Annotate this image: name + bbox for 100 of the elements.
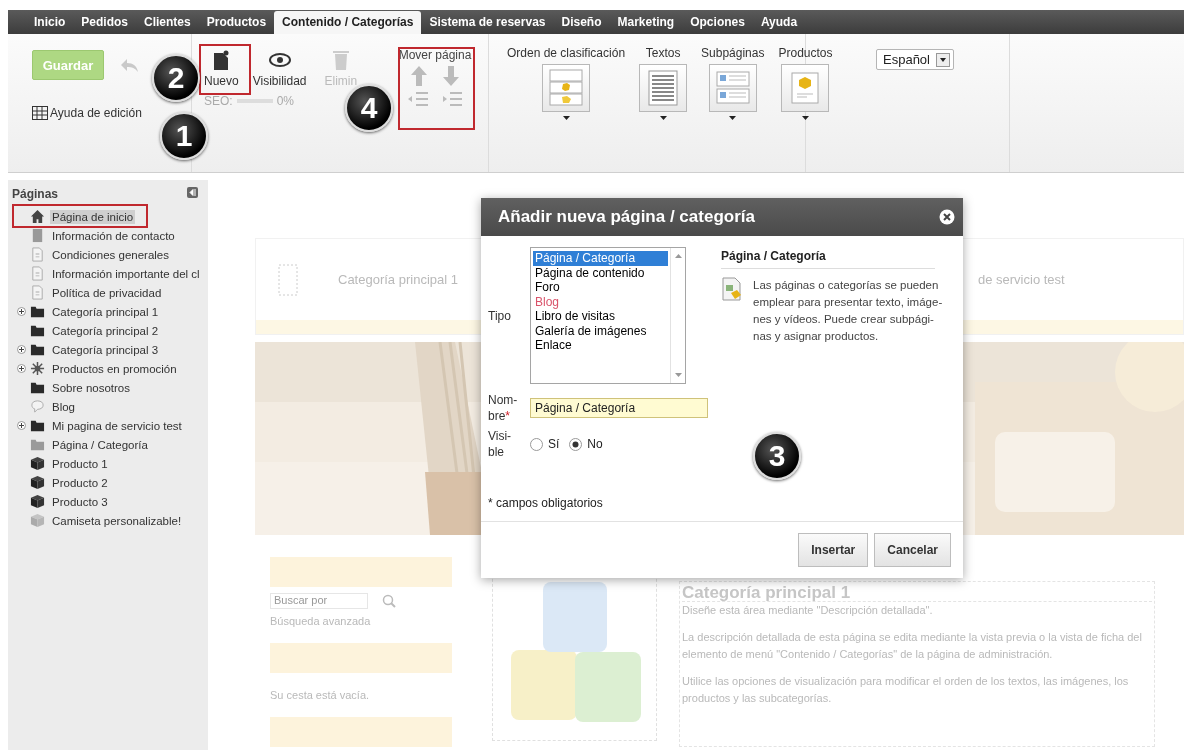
radio-label: Sí	[548, 437, 560, 451]
menu-tab[interactable]: Diseño	[553, 11, 610, 34]
radio-button[interactable]	[530, 437, 543, 451]
sort-order-icon	[548, 69, 585, 107]
menu-tab[interactable]: Productos	[198, 11, 275, 34]
caret-icon	[659, 116, 667, 120]
language-select[interactable]: Español	[876, 49, 954, 70]
tree-item[interactable]: Producto 1	[50, 456, 110, 471]
tree-item[interactable]: Información importante del cl	[50, 266, 202, 281]
name-label: Nom- bre*	[488, 392, 519, 424]
tree-item[interactable]: Blog	[50, 399, 78, 414]
page-icon	[30, 228, 45, 243]
insert-button[interactable]: Insertar	[798, 533, 869, 567]
tree-item[interactable]: Página de inicio	[50, 209, 136, 224]
list-option[interactable]: Enlace	[533, 338, 668, 353]
new-button[interactable]: Nuevo	[204, 50, 239, 88]
search-icon[interactable]	[382, 594, 396, 608]
dialog-title: Añadir nueva página / categoría	[498, 207, 755, 227]
house-icon	[30, 209, 45, 224]
paragraph: La descripción detallada de esta página se edita mediante la vista previa o la vista de ficha del elemento de menú "Contenido / Categorías" de la página de administración.	[682, 630, 1143, 662]
folder-icon	[30, 304, 45, 319]
help-link[interactable]: Ayuda de edición	[50, 106, 142, 120]
type-label: Tipo	[488, 307, 512, 324]
cart-text: Su cesta está vacía.	[270, 689, 371, 701]
tree-item[interactable]: Política de privacidad	[50, 285, 164, 300]
caret-icon	[729, 116, 737, 120]
list-option[interactable]: Foro	[533, 280, 668, 295]
menu-tab[interactable]: Pedidos	[73, 11, 137, 34]
grid-icon	[32, 106, 48, 120]
caret-icon	[801, 116, 809, 120]
speech-bubble-icon	[30, 399, 45, 414]
menu-tab[interactable]: Marketing	[609, 11, 683, 34]
outdent-icon[interactable]	[408, 90, 428, 108]
menu-tab[interactable]: Sistema de reservas	[421, 11, 554, 34]
menu-tab[interactable]: Inicio	[26, 11, 74, 34]
move-page-label: Mover página	[398, 48, 472, 62]
scroll-up-icon[interactable]	[674, 254, 682, 258]
eye-icon	[268, 50, 291, 70]
trash-icon	[331, 48, 350, 70]
tree-item[interactable]: Categoría principal 2	[50, 323, 161, 338]
list-option[interactable]: Página de contenido	[533, 265, 668, 280]
document-icon	[30, 247, 45, 262]
tree-item[interactable]: Categoría principal 3	[50, 342, 161, 357]
expand-icon[interactable]	[16, 364, 26, 373]
tree-item[interactable]: Productos en promoción	[50, 361, 179, 376]
cancel-button[interactable]: Cancelar	[874, 533, 951, 567]
tree-item[interactable]: Sobre nosotros	[50, 380, 132, 395]
list-option[interactable]: Galería de imágenes	[533, 323, 668, 338]
info-title: Página / Categoría	[721, 247, 935, 269]
tree-item[interactable]: Mi pagina de servicio test	[50, 418, 184, 433]
tree-item[interactable]: Producto 2	[50, 475, 110, 490]
folder-icon	[30, 380, 45, 395]
list-option[interactable]: Página / Categoría	[533, 251, 668, 266]
tree-item[interactable]: Categoría principal 1	[50, 304, 161, 319]
cube-icon	[30, 475, 45, 490]
menu-tab[interactable]: Clientes	[136, 11, 199, 34]
scroll-down-icon[interactable]	[674, 373, 682, 377]
radio-label: No	[587, 437, 603, 451]
type-listbox[interactable]: Página / Categoría Página de contenido Foro Blog Libro de visitas Galería de imágenes Enlace	[530, 247, 686, 384]
seo-reading: 0%	[276, 94, 295, 108]
indent-icon[interactable]	[442, 90, 462, 108]
folder-icon	[30, 437, 45, 452]
menu-tab[interactable]: Ayuda	[752, 11, 806, 34]
seo-label: SEO:	[204, 94, 233, 108]
document-icon	[30, 285, 45, 300]
caret-icon	[562, 116, 570, 120]
up-arrow-icon[interactable]	[410, 66, 428, 86]
view-option-button[interactable]: Subpáginas	[701, 46, 765, 120]
cube-icon	[30, 456, 45, 471]
tree-item[interactable]: Condiciones generales	[50, 247, 171, 262]
expand-icon[interactable]	[16, 421, 26, 430]
list-option[interactable]: Blog	[533, 294, 668, 309]
sparkle-icon	[30, 361, 45, 376]
tree-item[interactable]: Información de contacto	[50, 228, 177, 243]
tree-item[interactable]: Página / Categoría	[50, 437, 150, 452]
collapse-icon[interactable]	[187, 187, 198, 198]
logo-placeholder-icon	[278, 263, 298, 296]
menu-tab[interactable]: Contenido / Categorías	[274, 11, 422, 34]
highlight-frame	[199, 44, 251, 95]
expand-icon[interactable]	[16, 307, 26, 316]
folder-icon	[30, 323, 45, 338]
required-note: * campos obligatorios	[488, 496, 604, 510]
tree-item[interactable]: Producto 3	[50, 494, 110, 509]
list-option[interactable]: Libro de visitas	[533, 309, 668, 324]
new-page-icon	[213, 50, 230, 70]
name-field[interactable]: Página / Categoría	[530, 398, 708, 418]
close-icon[interactable]	[939, 209, 955, 225]
cube-icon	[30, 494, 45, 509]
visibility-button[interactable]: Visibilidad	[252, 50, 307, 88]
radio-button[interactable]	[569, 437, 583, 451]
menu-tab[interactable]: Opciones	[682, 11, 753, 34]
subpages-layout-icon	[714, 69, 751, 107]
paragraph: Diseñe esta área mediante "Descripción detallada".	[682, 603, 934, 618]
page-heading: Categoría principal 1	[682, 584, 1152, 602]
tree-item[interactable]: Camiseta personalizable!	[50, 513, 184, 528]
sidebar-title: Páginas	[12, 187, 59, 201]
info-text: Las páginas o categorías se pueden emplear para presentar texto, imáge-nes y vídeos. Puede crear subpági-nas y asignar productos.	[753, 278, 943, 344]
view-option-button[interactable]: Orden de clasificación	[507, 46, 626, 120]
expand-icon[interactable]	[16, 345, 26, 354]
down-arrow-icon[interactable]	[442, 66, 460, 86]
